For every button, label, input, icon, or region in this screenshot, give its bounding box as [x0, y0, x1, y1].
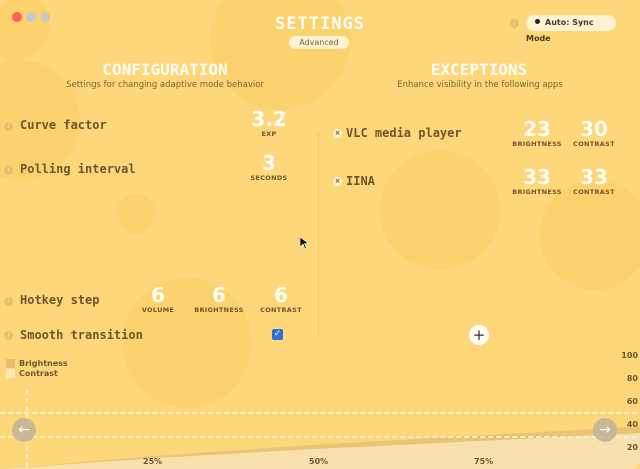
y-tick-label: 20: [626, 443, 638, 452]
sync-mode-button[interactable]: Auto: Sync Mode: [526, 15, 616, 43]
background-blob: [116, 194, 156, 234]
settings-window: SETTINGS Advanced i Auto: Sync Mode CONF…: [0, 0, 640, 469]
hotkey-contrast-number: 6: [274, 283, 288, 307]
remove-icon[interactable]: ×: [333, 177, 342, 186]
exception-contrast-number: 33: [580, 165, 608, 189]
legend-contrast: Contrast: [6, 369, 58, 378]
hotkey-step-label: Hotkey step: [20, 293, 100, 307]
smooth-transition-checkbox[interactable]: ✓: [272, 329, 283, 340]
add-exception-button[interactable]: +: [469, 325, 489, 345]
remove-icon[interactable]: ×: [333, 129, 342, 138]
exception-contrast-value[interactable]: 30 CONTRAST: [570, 118, 618, 149]
status-dot: [535, 19, 540, 24]
plus-icon: +: [472, 326, 486, 344]
hotkey-brightness-number: 6: [212, 283, 226, 307]
info-icon[interactable]: i: [4, 166, 13, 175]
exceptions-subtitle: Enhance visibility in the following apps: [397, 80, 563, 90]
legend-brightness-label: Brightness: [19, 359, 68, 368]
hotkey-contrast-unit: CONTRAST: [260, 306, 302, 314]
y-tick-label: 40: [626, 420, 638, 429]
exception-contrast-unit: CONTRAST: [573, 140, 615, 148]
info-icon[interactable]: i: [4, 297, 13, 306]
info-icon[interactable]: i: [510, 19, 519, 28]
legend-brightness: Brightness: [6, 359, 68, 368]
previous-button[interactable]: ←: [12, 418, 36, 442]
exception-contrast-value[interactable]: 33 CONTRAST: [570, 166, 618, 197]
next-button[interactable]: →: [593, 418, 617, 442]
exception-contrast-number: 30: [580, 117, 608, 141]
y-tick-label: 60: [626, 397, 638, 406]
configuration-title: CONFIGURATION: [102, 60, 228, 79]
polling-interval-value[interactable]: 3 SECONDS: [246, 152, 292, 183]
hotkey-contrast-value[interactable]: 6 CONTRAST: [258, 284, 304, 315]
advanced-mode-button[interactable]: Advanced: [289, 36, 349, 49]
legend-swatch: [6, 369, 15, 378]
x-tick-label: 25%: [143, 457, 163, 466]
hotkey-volume-number: 6: [151, 283, 165, 307]
polling-interval-number: 3: [262, 151, 276, 175]
info-icon[interactable]: i: [4, 331, 13, 340]
exception-app-name: IINA: [346, 174, 375, 188]
exception-brightness-number: 23: [523, 117, 551, 141]
y-tick-label: 80: [626, 374, 638, 383]
configuration-subtitle: Settings for changing adaptive mode beha…: [66, 80, 264, 90]
curve-factor-label: Curve factor: [20, 118, 107, 132]
exception-brightness-value[interactable]: 33 BRIGHTNESS: [510, 166, 564, 197]
exceptions-title: EXCEPTIONS: [430, 60, 528, 79]
x-tick-label: 75%: [474, 457, 494, 466]
exception-brightness-number: 33: [523, 165, 551, 189]
curve-factor-value[interactable]: 3.2 EXP: [246, 108, 292, 139]
exception-app-name: VLC media player: [346, 126, 462, 140]
info-icon[interactable]: i: [4, 122, 13, 131]
hotkey-brightness-unit: BRIGHTNESS: [194, 306, 244, 314]
curve-factor-number: 3.2: [251, 107, 287, 131]
polling-interval-unit: SECONDS: [250, 174, 288, 182]
legend-contrast-label: Contrast: [19, 369, 58, 378]
exception-brightness-unit: BRIGHTNESS: [512, 188, 562, 196]
legend-swatch: [6, 359, 15, 368]
exception-brightness-unit: BRIGHTNESS: [512, 140, 562, 148]
section-divider: [318, 132, 319, 336]
exception-brightness-value[interactable]: 23 BRIGHTNESS: [510, 118, 564, 149]
hotkey-volume-unit: VOLUME: [141, 306, 175, 314]
hotkey-brightness-value[interactable]: 6 BRIGHTNESS: [194, 284, 244, 315]
x-tick-label: 50%: [309, 457, 329, 466]
background-blob: [380, 150, 500, 270]
hotkey-volume-value[interactable]: 6 VOLUME: [137, 284, 179, 315]
checkmark-icon: ✓: [273, 329, 282, 339]
arrow-left-icon: ←: [18, 422, 30, 438]
y-tick-label: 100: [621, 351, 638, 360]
curve-factor-unit: EXP: [261, 130, 277, 138]
mouse-cursor-icon: [300, 237, 309, 250]
smooth-transition-label: Smooth transition: [20, 328, 143, 342]
arrow-right-icon: →: [599, 422, 611, 438]
polling-interval-label: Polling interval: [20, 162, 136, 176]
exception-contrast-unit: CONTRAST: [573, 188, 615, 196]
